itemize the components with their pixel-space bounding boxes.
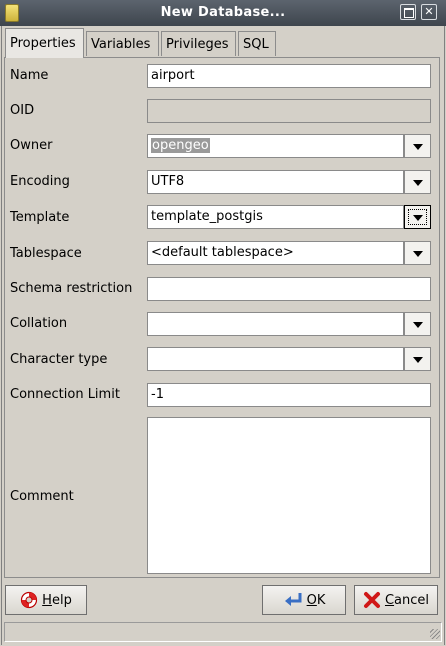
encoding-dropdown-button[interactable] bbox=[404, 170, 431, 194]
owner-value: opengeo bbox=[151, 138, 210, 153]
tab-label: Privileges bbox=[166, 37, 229, 52]
tab-label: SQL bbox=[243, 37, 269, 52]
character-type-dropdown-button[interactable] bbox=[404, 347, 431, 371]
tablespace-combo[interactable]: <default tablespace> bbox=[147, 241, 404, 265]
character-type-label: Character type bbox=[10, 352, 108, 367]
title-bar: New Database... ✕ bbox=[0, 0, 446, 26]
oid-label: OID bbox=[10, 103, 35, 118]
tab-label: Properties bbox=[10, 36, 76, 51]
maximize-button[interactable] bbox=[400, 4, 416, 20]
collation-dropdown-button[interactable] bbox=[404, 312, 431, 336]
collation-combo[interactable] bbox=[147, 312, 404, 336]
lifebuoy-icon bbox=[21, 591, 38, 609]
name-input[interactable]: airport bbox=[147, 64, 431, 88]
resize-grip[interactable] bbox=[430, 629, 440, 639]
character-type-combo[interactable] bbox=[147, 347, 404, 371]
collation-label: Collation bbox=[10, 316, 68, 331]
tab-privileges[interactable]: Privileges bbox=[161, 31, 236, 56]
template-dropdown-button[interactable] bbox=[404, 205, 431, 229]
window-title: New Database... bbox=[160, 5, 286, 20]
tab-label: Variables bbox=[91, 37, 151, 52]
red-x-icon bbox=[363, 592, 380, 608]
status-bar bbox=[4, 622, 442, 642]
help-button[interactable]: Help bbox=[5, 585, 87, 615]
oid-input bbox=[147, 99, 431, 123]
template-combo[interactable]: template_postgis bbox=[147, 205, 404, 229]
comment-label: Comment bbox=[10, 489, 74, 504]
tablespace-label: Tablespace bbox=[10, 246, 82, 261]
encoding-label: Encoding bbox=[10, 174, 70, 189]
schema-restriction-input[interactable] bbox=[147, 277, 431, 301]
close-button[interactable]: ✕ bbox=[421, 4, 437, 20]
ok-label: OK bbox=[306, 592, 326, 608]
owner-dropdown-button[interactable] bbox=[404, 134, 431, 158]
cancel-button[interactable]: Cancel bbox=[354, 585, 438, 615]
name-label: Name bbox=[10, 68, 49, 83]
tab-variables[interactable]: Variables bbox=[86, 31, 159, 56]
connection-limit-input[interactable]: -1 bbox=[147, 383, 431, 407]
comment-textarea[interactable] bbox=[147, 417, 431, 574]
return-arrow-icon bbox=[284, 593, 302, 606]
cancel-label: Cancel bbox=[384, 592, 430, 608]
schema-restriction-label: Schema restriction bbox=[10, 281, 133, 296]
owner-combo[interactable]: opengeo bbox=[147, 134, 404, 158]
template-label: Template bbox=[10, 210, 70, 225]
tab-properties[interactable]: Properties bbox=[5, 28, 84, 58]
ok-button[interactable]: OK bbox=[262, 585, 346, 615]
help-label: Help bbox=[42, 592, 72, 608]
encoding-combo[interactable]: UTF8 bbox=[147, 170, 404, 194]
tablespace-dropdown-button[interactable] bbox=[404, 241, 431, 265]
connection-limit-label: Connection Limit bbox=[10, 387, 120, 402]
tab-sql[interactable]: SQL bbox=[238, 31, 276, 56]
owner-label: Owner bbox=[10, 138, 53, 153]
